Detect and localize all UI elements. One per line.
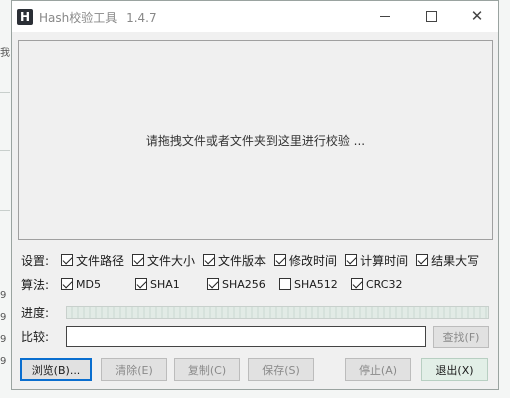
clear-button[interactable]: 清除(E) <box>101 358 167 381</box>
checkbox-checked-icon <box>61 254 73 266</box>
checkbox-checked-icon <box>416 254 429 266</box>
hash-tool-window: Hash校验工具 1.4.7 ✕ 请拖拽文件或者文件夹到这里进行校验 ... 设… <box>11 0 499 390</box>
background-text: 9 <box>0 290 7 301</box>
app-icon <box>17 9 33 25</box>
checkbox-label: SHA512 <box>294 277 338 291</box>
background-text: 9 <box>0 312 7 323</box>
algo-sha1-checkbox[interactable]: SHA1 <box>135 278 199 291</box>
checkbox-label: SHA256 <box>222 277 266 291</box>
maximize-icon <box>425 11 437 22</box>
setting-modified-time-checkbox[interactable]: 修改时间 <box>274 252 337 269</box>
algorithm-row: 算法: MD5 SHA1 SHA256 SHA512 CRC32 <box>21 274 410 294</box>
compare-label: 比较: <box>21 329 50 344</box>
copy-button[interactable]: 复制(C) <box>174 358 240 381</box>
close-icon: ✕ <box>470 7 484 25</box>
checkbox-label: CRC32 <box>366 277 403 291</box>
checkbox-checked-icon <box>61 278 73 290</box>
window-title-text: Hash校验工具 <box>39 11 118 25</box>
browse-button[interactable]: 浏览(B)... <box>20 358 92 381</box>
settings-row: 设置: 文件路径 文件大小 文件版本 修改时间 计算时间 结果大写 <box>21 250 479 270</box>
checkbox-label: 文件路径 <box>76 253 125 268</box>
algo-crc32-checkbox[interactable]: CRC32 <box>351 278 402 291</box>
background-divider <box>0 150 10 151</box>
background-text: 9 <box>0 334 7 345</box>
minimize-icon <box>380 16 390 17</box>
checkbox-label: 文件大小 <box>147 253 196 268</box>
settings-label: 设置: <box>21 253 50 268</box>
close-button[interactable]: ✕ <box>454 1 500 32</box>
checkbox-checked-icon <box>351 278 363 290</box>
background-divider <box>0 210 10 211</box>
algo-sha512-checkbox[interactable]: SHA512 <box>279 278 343 291</box>
checkbox-label: SHA1 <box>150 277 180 291</box>
checkbox-label: 修改时间 <box>289 253 338 268</box>
find-button[interactable]: 查找(F) <box>433 326 489 348</box>
window-title: Hash校验工具 1.4.7 <box>39 9 157 26</box>
checkbox-unchecked-icon <box>279 278 291 290</box>
background-text: 我 <box>0 48 10 59</box>
checkbox-checked-icon <box>345 254 358 266</box>
checkbox-label: 计算时间 <box>360 253 409 268</box>
checkbox-label: MD5 <box>76 277 101 291</box>
drop-zone-message: 请拖拽文件或者文件夹到这里进行校验 ... <box>145 133 366 148</box>
setting-compute-time-checkbox[interactable]: 计算时间 <box>345 252 408 269</box>
checkbox-checked-icon <box>203 254 216 266</box>
checkbox-checked-icon <box>274 254 287 266</box>
checkbox-label: 文件版本 <box>218 253 267 268</box>
checkbox-checked-icon <box>135 278 147 290</box>
checkbox-checked-icon <box>207 278 219 290</box>
progress-row: 进度: <box>21 302 61 322</box>
progress-bar <box>66 306 489 319</box>
setting-file-version-checkbox[interactable]: 文件版本 <box>203 252 266 269</box>
compare-input[interactable] <box>66 326 426 347</box>
save-button[interactable]: 保存(S) <box>248 358 314 381</box>
setting-file-size-checkbox[interactable]: 文件大小 <box>132 252 195 269</box>
compare-row: 比较: <box>21 326 61 346</box>
algo-md5-checkbox[interactable]: MD5 <box>61 278 127 291</box>
checkbox-label: 结果大写 <box>431 253 480 268</box>
algorithm-label: 算法: <box>21 277 50 292</box>
title-bar[interactable]: Hash校验工具 1.4.7 ✕ <box>12 1 498 32</box>
exit-button[interactable]: 退出(X) <box>421 358 488 381</box>
progress-label: 进度: <box>21 305 50 320</box>
background-text: 9 <box>0 356 7 367</box>
background-divider <box>0 92 10 93</box>
algo-sha256-checkbox[interactable]: SHA256 <box>207 278 271 291</box>
checkbox-checked-icon <box>132 254 145 266</box>
stop-button[interactable]: 停止(A) <box>345 358 411 381</box>
file-drop-zone[interactable]: 请拖拽文件或者文件夹到这里进行校验 ... <box>18 40 493 240</box>
window-version: 1.4.7 <box>126 11 157 25</box>
minimize-button[interactable] <box>362 1 408 32</box>
maximize-button[interactable] <box>408 1 454 32</box>
setting-file-path-checkbox[interactable]: 文件路径 <box>61 252 124 269</box>
setting-uppercase-result-checkbox[interactable]: 结果大写 <box>416 252 479 269</box>
